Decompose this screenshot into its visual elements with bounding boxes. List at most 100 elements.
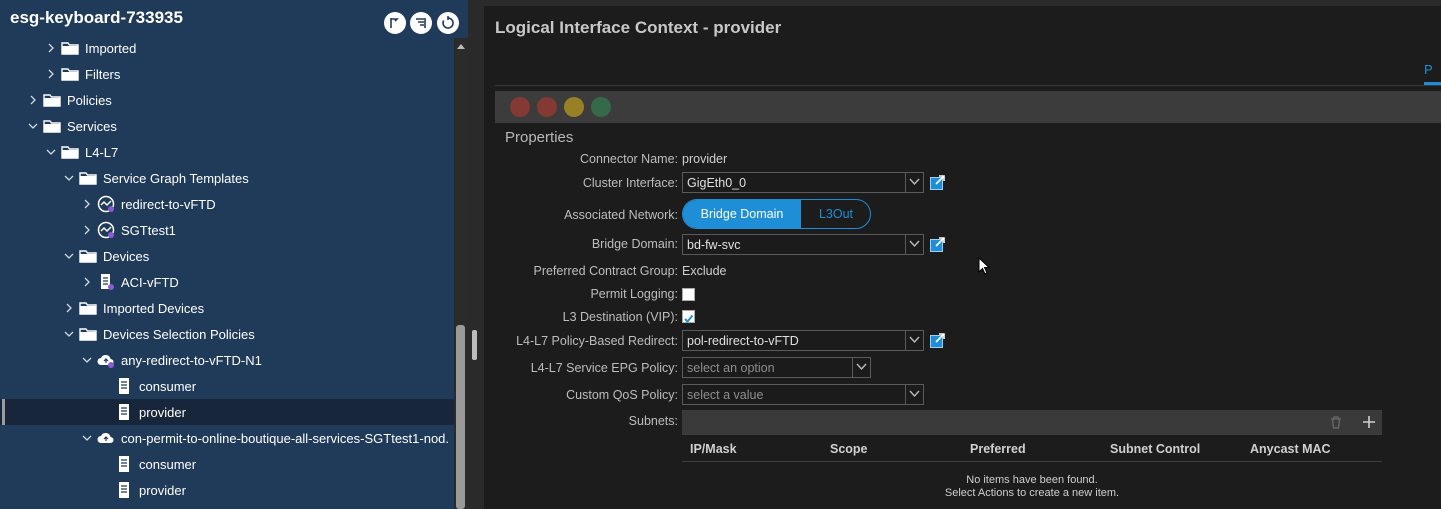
page-title: Logical Interface Context - provider: [495, 18, 782, 37]
chevron-down-icon[interactable]: [45, 146, 57, 158]
service-graph-icon: [97, 195, 115, 213]
associated-network-label: Associated Network:: [564, 208, 678, 222]
custom-qos-label: Custom QoS Policy:: [566, 388, 678, 402]
tree-header: esg-keyboard-733935: [0, 0, 468, 38]
tree-item-label: provider: [139, 405, 186, 420]
tree-item-label: Imported: [85, 41, 137, 56]
col-ip-mask[interactable]: IP/Mask: [690, 442, 737, 456]
pbr-label: L4-L7 Policy-Based Redirect:: [516, 334, 678, 348]
empty-hint: Select Actions to create a new item.: [944, 487, 1120, 499]
device-icon: [97, 273, 115, 291]
bridge-domain-value: bd-fw-svc: [687, 238, 741, 252]
refresh-icon: [442, 16, 454, 29]
tree-item-label: SGTtest1: [121, 223, 176, 238]
col-scope[interactable]: Scope: [830, 442, 868, 456]
folder-icon: [43, 117, 61, 135]
l3-destination-checkbox[interactable]: [682, 310, 695, 323]
folder-icon: [79, 247, 97, 265]
bridge-domain-option[interactable]: Bridge Domain: [683, 200, 801, 228]
custom-qos-select[interactable]: select a value: [682, 384, 924, 405]
minor-fault-icon[interactable]: [564, 97, 584, 117]
panel-splitter[interactable]: [468, 0, 484, 509]
chevron-down-icon[interactable]: [81, 432, 93, 444]
document-icon: [115, 455, 133, 473]
col-anycast-mac[interactable]: Anycast MAC: [1250, 442, 1331, 456]
chevron-down-icon[interactable]: [905, 173, 923, 192]
tree-item[interactable]: con-permit-to-online-boutique-all-servic…: [0, 425, 454, 451]
l3-destination-label: L3 Destination (VIP):: [562, 310, 678, 324]
chevron-right-icon[interactable]: [81, 224, 93, 236]
chevron-right-icon[interactable]: [45, 68, 57, 80]
document-icon: [115, 481, 133, 499]
tree-item[interactable]: Filters: [0, 61, 454, 87]
empty-message: No items have been found.: [966, 474, 1098, 486]
cluster-interface-value: GigEth0_0: [687, 176, 747, 190]
chevron-right-icon[interactable]: [81, 198, 93, 210]
chevron-down-icon[interactable]: [81, 354, 93, 366]
open-external-icon[interactable]: [930, 236, 946, 252]
tree-item[interactable]: Services: [0, 113, 454, 139]
tree-item[interactable]: provider: [0, 477, 454, 503]
trash-icon[interactable]: [1330, 416, 1342, 429]
chevron-down-icon[interactable]: [905, 331, 923, 350]
chevron-down-icon[interactable]: [27, 120, 39, 132]
refresh-tree-button[interactable]: [437, 12, 459, 34]
properties-heading: Properties: [505, 129, 574, 146]
chevron-right-icon[interactable]: [27, 94, 39, 106]
folder-icon: [79, 299, 97, 317]
cluster-interface-select[interactable]: GigEth0_0: [682, 172, 924, 193]
chevron-down-icon[interactable]: [63, 328, 75, 340]
connector-name-value: provider: [682, 152, 728, 166]
preferred-contract-group-label: Preferred Contract Group:: [533, 264, 678, 278]
chevron-down-icon[interactable]: [905, 385, 923, 404]
tab-policy[interactable]: P: [1424, 62, 1433, 77]
add-icon[interactable]: [1362, 415, 1376, 429]
l3out-option[interactable]: L3Out: [801, 200, 870, 228]
chevron-down-icon[interactable]: [63, 250, 75, 262]
collapse-tree-button[interactable]: [384, 12, 406, 34]
custom-qos-placeholder: select a value: [687, 388, 764, 402]
tree-item-label: provider: [139, 483, 186, 498]
tree-item[interactable]: Imported: [0, 35, 454, 61]
tree-item-label: Devices: [103, 249, 150, 264]
chevron-down-icon[interactable]: [905, 235, 923, 254]
expand-tree-button[interactable]: [410, 12, 432, 34]
permit-logging-checkbox[interactable]: [682, 288, 695, 301]
col-subnet-control[interactable]: Subnet Control: [1110, 442, 1200, 456]
checkmark-icon: [684, 314, 694, 323]
chevron-right-icon[interactable]: [45, 42, 57, 54]
open-external-icon[interactable]: [930, 332, 946, 348]
major-fault-icon[interactable]: [537, 97, 557, 117]
service-graph-icon: [97, 221, 115, 239]
critical-fault-icon[interactable]: [510, 97, 530, 117]
chevron-right-icon[interactable]: [63, 302, 75, 314]
folder-icon: [61, 143, 79, 161]
chevron-down-icon[interactable]: [63, 172, 75, 184]
associated-network-toggle: Bridge Domain L3Out: [682, 199, 871, 229]
list-icon: [416, 18, 426, 28]
tab-divider: [495, 85, 1441, 86]
chevron-right-icon[interactable]: [81, 276, 93, 288]
tree-item-label: redirect-to-vFTD: [121, 197, 216, 212]
permit-logging-label: Permit Logging:: [590, 287, 678, 301]
chevron-down-icon[interactable]: [852, 358, 870, 377]
subnets-toolbar: [682, 410, 1382, 435]
folder-icon: [79, 169, 97, 187]
open-external-icon[interactable]: [930, 174, 946, 190]
col-preferred[interactable]: Preferred: [970, 442, 1026, 456]
bridge-domain-select[interactable]: bd-fw-svc: [682, 234, 924, 255]
scroll-up-arrow-icon[interactable]: [457, 44, 465, 49]
folder-icon: [61, 65, 79, 83]
document-icon: [115, 377, 133, 395]
tree-item[interactable]: Policies: [0, 87, 454, 113]
warning-fault-icon[interactable]: [591, 97, 611, 117]
tree-item[interactable]: consumer: [0, 451, 454, 477]
cloud-policy-icon: [97, 351, 115, 369]
collapse-icon: [390, 18, 399, 28]
subnets-label: Subnets:: [628, 414, 678, 428]
pbr-select[interactable]: pol-redirect-to-vFTD: [682, 330, 924, 351]
service-epg-policy-select[interactable]: select an option: [682, 357, 871, 378]
service-epg-policy-label: L4-L7 Service EPG Policy:: [530, 361, 678, 375]
tree-item-label: Devices Selection Policies: [103, 327, 255, 342]
navigation-tree-panel: esg-keyboard-733935 Imported Filters Polic…: [0, 0, 468, 509]
